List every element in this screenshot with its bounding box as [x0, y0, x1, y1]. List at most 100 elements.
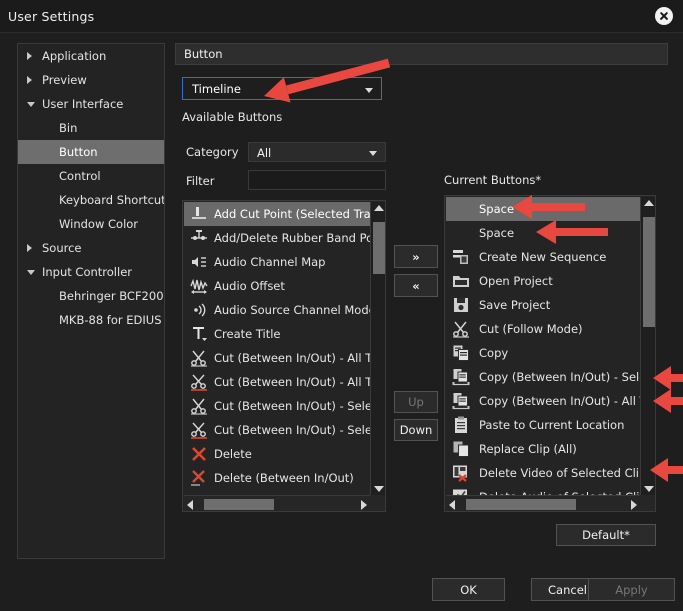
list-item-label: Audio Source Channel Mode (	[214, 303, 370, 317]
sidebar-item-keyboard-shortcut[interactable]: Keyboard Shortcut	[18, 188, 164, 212]
list-item[interactable]: Delete Audio of Selected Clip (F	[446, 485, 640, 495]
list-item[interactable]: Audio Offset	[184, 274, 370, 298]
list-item[interactable]: Space	[446, 197, 640, 221]
ok-button[interactable]: OK	[432, 578, 505, 601]
sidebar-item-behringer-bcf2000[interactable]: Behringer BCF2000	[18, 284, 164, 308]
list-item-label: Save Project	[479, 298, 551, 312]
red-x-small-icon	[190, 469, 208, 487]
chevron-down-icon[interactable]	[27, 270, 35, 275]
list-item[interactable]: Cut (Between In/Out) - Selec	[184, 418, 370, 442]
chevron-down-icon	[369, 151, 377, 156]
scroll-right-icon[interactable]	[631, 500, 637, 510]
list-item[interactable]: Delete (Between In/Out)	[184, 466, 370, 490]
scroll-up-icon[interactable]	[644, 200, 654, 206]
list-item[interactable]: Cut (Follow Mode)	[446, 317, 640, 341]
arrow-to-copy-between-all-tracks	[653, 389, 683, 413]
hscroll-thumb[interactable]	[204, 499, 274, 510]
list-item[interactable]: Save Project	[446, 293, 640, 317]
sidebar-item-window-color[interactable]: Window Color	[18, 212, 164, 236]
current-list-hscrollbar[interactable]	[446, 495, 640, 511]
available-list-vscrollbar[interactable]	[370, 202, 385, 495]
sidebar-item-button[interactable]: Button	[18, 140, 164, 164]
delete-audio-icon	[452, 488, 470, 495]
sidebar-item-bin[interactable]: Bin	[18, 116, 164, 140]
chevron-right-icon[interactable]	[27, 52, 32, 60]
title-bar: User Settings	[0, 0, 683, 33]
move-right-button[interactable]: »	[394, 245, 438, 268]
list-item[interactable]: Space	[446, 221, 640, 245]
vscroll-thumb[interactable]	[643, 217, 655, 327]
available-buttons-label: Available Buttons	[182, 110, 283, 124]
sidebar-item-application[interactable]: Application	[18, 44, 164, 68]
scissors-icon	[190, 397, 208, 415]
hscroll-thumb[interactable]	[466, 499, 576, 510]
list-item[interactable]: Replace Clip (All)	[446, 437, 640, 461]
category-combo-value: All	[257, 146, 272, 160]
list-item-label: Cut (Follow Mode)	[479, 322, 583, 336]
red-x-icon	[190, 445, 208, 463]
scissors-icon	[190, 349, 208, 367]
scroll-down-icon[interactable]	[374, 486, 384, 492]
move-left-button[interactable]: «	[394, 274, 438, 297]
current-list-vscrollbar[interactable]	[640, 197, 655, 495]
list-item[interactable]: Add/Delete Rubber Band Poin	[184, 226, 370, 250]
default-button[interactable]: Default*	[556, 524, 656, 546]
move-down-button[interactable]: Down	[394, 419, 438, 441]
apply-button[interactable]: Apply	[588, 578, 675, 601]
settings-tree[interactable]: Application Preview User Interface Bin Butto…	[17, 43, 165, 559]
panel-header: Button	[175, 43, 668, 65]
list-item[interactable]: Audio Source Channel Mode (	[184, 298, 370, 322]
chevron-right-icon[interactable]	[27, 244, 32, 252]
list-item[interactable]: Delete Video of Selected Clip (F	[446, 461, 640, 485]
list-item-label: Paste to Current Location	[479, 418, 625, 432]
list-item[interactable]: Open Project	[446, 269, 640, 293]
scroll-down-icon[interactable]	[644, 486, 654, 492]
list-item[interactable]: Delete	[184, 442, 370, 466]
list-item[interactable]: Cut (Between In/Out) - All Tra	[184, 370, 370, 394]
chevron-right-icon[interactable]	[27, 76, 32, 84]
scissors-red-icon	[190, 421, 208, 439]
list-item-label: Audio Channel Map	[214, 255, 326, 269]
target-combo[interactable]: Timeline	[182, 77, 382, 100]
sidebar-item-preview[interactable]: Preview	[18, 68, 164, 92]
filter-input[interactable]	[248, 170, 386, 190]
list-item-label: Cut (Between In/Out) - All Tra	[214, 375, 370, 389]
sidebar-item-control[interactable]: Control	[18, 164, 164, 188]
list-item[interactable]: Add Cut Point (Selected Track	[184, 202, 370, 226]
title-t-icon	[190, 325, 208, 343]
current-buttons-list[interactable]: Space Space Create New Sequence Open Projec…	[444, 195, 656, 512]
list-item[interactable]: Paste to Current Location	[446, 413, 640, 437]
list-item[interactable]: Cut (Between In/Out) - All Tra	[184, 346, 370, 370]
vscroll-thumb[interactable]	[373, 222, 385, 274]
close-icon[interactable]	[655, 7, 675, 27]
chevron-down-icon[interactable]	[27, 102, 35, 107]
list-item[interactable]: Copy (Between In/Out) - All Tra	[446, 389, 640, 413]
list-item[interactable]: Create New Sequence	[446, 245, 640, 269]
sidebar-item-input-controller[interactable]: Input Controller	[18, 260, 164, 284]
sidebar-item-mkb-88-for-edius[interactable]: MKB-88 for EDIUS	[18, 308, 164, 332]
list-item-label: Delete Video of Selected Clip (F	[479, 466, 640, 480]
copy-icon	[452, 344, 470, 362]
sidebar-item-label: Keyboard Shortcut	[59, 193, 165, 207]
category-combo[interactable]: All	[248, 142, 386, 162]
available-buttons-list[interactable]: Add Cut Point (Selected Track Add/Delete …	[182, 200, 386, 512]
list-item-label: Cut (Between In/Out) - Selec	[214, 423, 370, 437]
sidebar-item-user-interface[interactable]: User Interface	[18, 92, 164, 116]
scroll-left-icon[interactable]	[187, 500, 193, 510]
scroll-left-icon[interactable]	[449, 500, 455, 510]
scrollbar-corner	[370, 495, 385, 511]
list-item[interactable]: Create Title	[184, 322, 370, 346]
scroll-up-icon[interactable]	[374, 205, 384, 211]
list-item-label: Audio Offset	[214, 279, 285, 293]
copy-marked-icon	[452, 368, 470, 386]
list-item[interactable]: Cut (Between In/Out) - Selec	[184, 394, 370, 418]
current-buttons-label: Current Buttons*	[444, 173, 542, 187]
available-list-hscrollbar[interactable]	[184, 495, 370, 511]
scroll-right-icon[interactable]	[361, 500, 367, 510]
list-item[interactable]: Copy	[446, 341, 640, 365]
sidebar-item-label: User Interface	[42, 97, 124, 111]
sidebar-item-source[interactable]: Source	[18, 236, 164, 260]
move-up-button[interactable]: Up	[394, 391, 438, 413]
list-item[interactable]: Copy (Between In/Out) - Select	[446, 365, 640, 389]
list-item[interactable]: Audio Channel Map	[184, 250, 370, 274]
